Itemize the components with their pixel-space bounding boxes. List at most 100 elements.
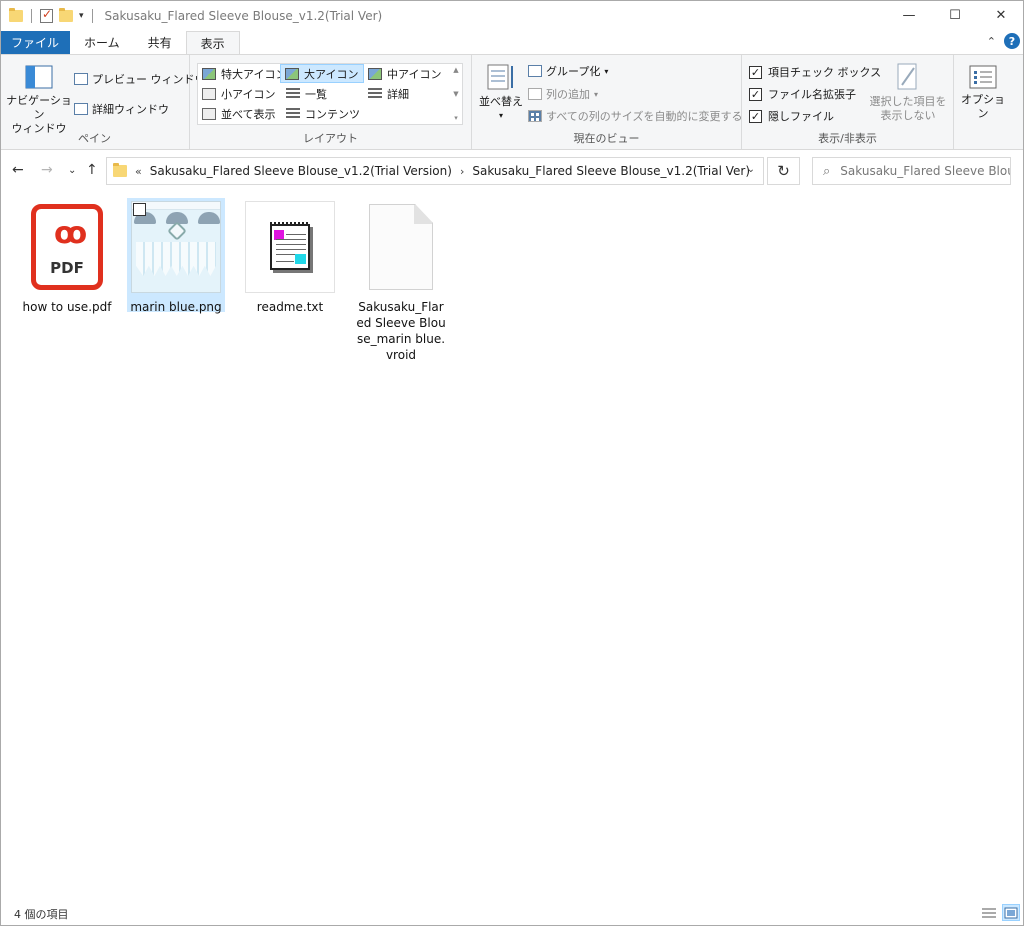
size-all-columns-button[interactable]: すべての列のサイズを自動的に変更する (528, 108, 742, 124)
overflow-chevron-icon[interactable]: « (135, 165, 142, 178)
new-folder-icon[interactable] (59, 7, 73, 22)
quick-access-toolbar: ▾ (0, 7, 95, 23)
current-view-group: 並べ替え ▾ グループ化 ▾ 列の追加 ▾ すべての列のサイズを自動的に変更する… (472, 55, 742, 149)
options-label: オプション (961, 93, 1005, 120)
layout-details[interactable]: 詳細 (364, 84, 413, 103)
file-name: marin blue.png (130, 300, 222, 314)
scroll-down-icon[interactable]: ▼ (453, 90, 458, 98)
properties-icon[interactable] (40, 7, 53, 23)
tab-share[interactable]: 共有 (134, 31, 186, 54)
pdf-icon-label: PDF (50, 259, 84, 277)
search-box[interactable]: ⌕ Sakusaku_Flared Sleeve Blou... (812, 157, 1011, 185)
layout-group-label: レイアウト (303, 132, 358, 145)
hidden-items-toggle[interactable]: ✓ 隠しファイル (749, 108, 834, 124)
file-extensions-check[interactable]: ✓ (749, 87, 762, 101)
refresh-button[interactable]: ↻ (767, 157, 800, 185)
maximize-button[interactable]: ☐ (932, 0, 978, 31)
navigation-pane-button[interactable]: ナビゲーション ウィンドウ (6, 65, 72, 136)
layout-content[interactable]: コンテンツ (282, 104, 364, 123)
options-icon (969, 65, 997, 89)
file-thumbnail: ꝏ PDF (22, 201, 112, 293)
address-bar[interactable]: « Sakusaku_Flared Sleeve Blouse_v1.2(Tri… (106, 157, 764, 185)
search-input[interactable]: Sakusaku_Flared Sleeve Blou... (840, 164, 1010, 178)
content-icon (286, 107, 300, 120)
address-folder-icon (113, 163, 127, 177)
address-dropdown-icon[interactable]: ⌄ (747, 164, 755, 175)
layout-medium-icons[interactable]: 中アイコン (364, 64, 445, 83)
ribbon: ナビゲーション ウィンドウ プレビュー ウィンドウ 詳細ウィンドウ ペイン レイ… (0, 54, 1024, 150)
window-title: Sakusaku_Flared Sleeve Blouse_v1.2(Trial… (104, 8, 383, 23)
current-view-group-label: 現在のビュー (573, 132, 640, 145)
file-extensions-toggle[interactable]: ✓ ファイル名拡張子 (749, 86, 856, 102)
layout-large-icons[interactable]: 大アイコン (280, 64, 364, 83)
up-arrow-icon[interactable]: ↑ (86, 162, 98, 178)
help-icon[interactable]: ? (1004, 33, 1020, 49)
file-item-vroid[interactable]: Sakusaku_Flared Sleeve Blouse_marin blue… (352, 198, 450, 363)
tabs-right: ⌃ ? (987, 33, 1020, 49)
acrobat-swirl-icon: ꝏ (54, 216, 88, 251)
hidden-items-check[interactable]: ✓ (749, 109, 762, 123)
details-view-button[interactable] (980, 904, 998, 921)
separator (91, 8, 93, 23)
file-view[interactable]: ꝏ PDF how to use.pdf marin blue.png read… (0, 190, 1024, 900)
preview-pane-button[interactable]: プレビュー ウィンドウ (74, 71, 206, 87)
tiles-icon (202, 107, 216, 120)
file-item-txt[interactable]: readme.txt (241, 198, 339, 315)
file-name: readme.txt (256, 300, 324, 314)
layout-small-icons[interactable]: 小アイコン (198, 84, 279, 103)
item-checkboxes-check[interactable]: ✓ (749, 65, 762, 79)
breadcrumb-parent[interactable]: Sakusaku_Flared Sleeve Blouse_v1.2(Trial… (150, 164, 452, 178)
size-all-columns-label: すべての列のサイズを自動的に変更する (546, 110, 743, 123)
file-item-pdf[interactable]: ꝏ PDF how to use.pdf (18, 198, 116, 315)
add-columns-button[interactable]: 列の追加 ▾ (528, 86, 598, 102)
scroll-up-icon[interactable]: ▲ (453, 66, 458, 74)
details-pane-button[interactable]: 詳細ウィンドウ (74, 101, 169, 117)
details-icon (368, 87, 382, 100)
medium-icons-icon (368, 67, 382, 80)
pane-group-label: ペイン (78, 132, 111, 145)
group-by-button[interactable]: グループ化 ▾ (528, 63, 608, 79)
large-icons-view-icon (1004, 907, 1018, 918)
breadcrumb-current[interactable]: Sakusaku_Flared Sleeve Blouse_v1.2(Trial… (472, 164, 750, 178)
options-button[interactable]: オプション (958, 65, 1008, 121)
layout-gallery: 特大アイコン 大アイコン 中アイコン 小アイコン 一覧 詳細 並べて表示 コンテ… (197, 63, 463, 125)
large-icons-view-button[interactable] (1002, 904, 1020, 921)
hide-selected-label: 選択した項目を 表示しない (869, 95, 947, 122)
close-button[interactable]: ✕ (978, 0, 1024, 31)
layout-item-label: コンテンツ (305, 107, 360, 121)
hidden-items-label: 隠しファイル (768, 110, 834, 123)
add-columns-icon (528, 88, 542, 100)
hide-selected-button[interactable]: 選択した項目を 表示しない (868, 63, 948, 123)
preview-pane-icon (74, 73, 88, 85)
file-item-png[interactable]: marin blue.png (127, 198, 225, 314)
gallery-expand-icon[interactable]: ▾ (454, 114, 458, 122)
navigation-row: ← → ⌄ ↑ « Sakusaku_Flared Sleeve Blouse_… (0, 155, 1024, 187)
sort-icon (487, 64, 513, 90)
separator (31, 8, 32, 23)
tab-view[interactable]: 表示 (185, 31, 240, 54)
forward-arrow-icon[interactable]: → (41, 162, 53, 178)
sort-dropdown-icon: ▾ (498, 111, 503, 120)
details-view-icon (982, 908, 996, 917)
add-columns-label: 列の追加 (546, 88, 590, 101)
customize-qat-icon[interactable]: ▾ (79, 11, 84, 21)
item-select-checkbox[interactable] (133, 203, 146, 216)
layout-list[interactable]: 一覧 (282, 84, 331, 103)
file-name: Sakusaku_Flared Sleeve Blouse_marin blue… (356, 300, 446, 362)
details-pane-icon (74, 103, 88, 115)
tab-file[interactable]: ファイル (0, 31, 71, 54)
layout-gallery-scroll[interactable]: ▲ ▼ ▾ (450, 64, 462, 124)
layout-tiles[interactable]: 並べて表示 (198, 104, 280, 123)
tab-home[interactable]: ホーム (70, 31, 134, 54)
breadcrumb-chevron-icon[interactable]: › (460, 165, 464, 178)
search-icon: ⌕ (823, 163, 831, 179)
group-by-dropdown-icon: ▾ (604, 66, 609, 76)
sort-by-button[interactable]: 並べ替え ▾ (478, 63, 524, 123)
ribbon-collapse-icon[interactable]: ⌃ (987, 35, 996, 48)
item-checkboxes-toggle[interactable]: ✓ 項目チェック ボックス (749, 64, 881, 80)
layout-extra-large-icons[interactable]: 特大アイコン (198, 64, 290, 83)
layout-item-label: 小アイコン (221, 87, 276, 101)
recent-locations-icon[interactable]: ⌄ (68, 165, 76, 176)
minimize-button[interactable]: — (886, 0, 932, 31)
back-arrow-icon[interactable]: ← (12, 162, 24, 178)
